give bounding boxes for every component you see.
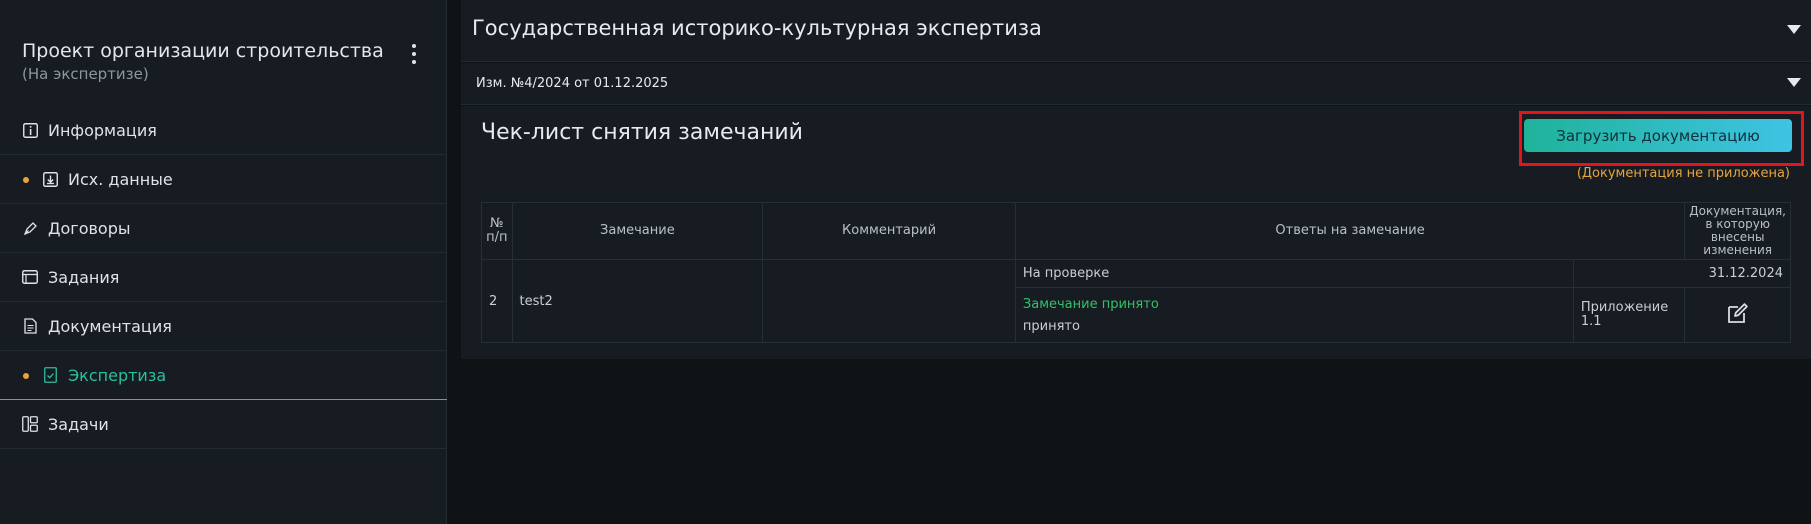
column-header-docs: Документация, в которую внесены изменени…: [1684, 202, 1791, 260]
column-header-comment: Комментарий: [762, 202, 1016, 260]
check-document-icon: [42, 367, 58, 383]
cell-check-date: 31.12.2024: [1572, 259, 1792, 288]
edit-icon[interactable]: [1684, 287, 1791, 343]
sidebar-item-label: Задания: [48, 268, 120, 287]
cell-num: 2: [481, 259, 513, 343]
cell-check-status: На проверке: [1014, 259, 1574, 288]
sidebar-item-assignments[interactable]: Задания: [0, 253, 447, 302]
upload-warning: (Документация не приложена): [1576, 166, 1790, 181]
sidebar-item-label: Экспертиза: [68, 366, 167, 385]
pen-icon: [22, 220, 38, 236]
project-title: Проект организации строительства: [22, 40, 384, 62]
section-header[interactable]: Государственная историко-культурная эксп…: [461, 0, 1811, 62]
table-row: 2 test2 На проверке 31.12.2024: [481, 259, 1792, 343]
revision-title: Изм. №4/2024 от 01.12.2025: [476, 76, 669, 91]
chevron-down-icon[interactable]: [1787, 25, 1801, 34]
section-title: Государственная историко-культурная эксп…: [472, 16, 1042, 40]
sidebar-item-source-data[interactable]: Исх. данные: [0, 155, 447, 204]
cell-remark: test2: [511, 259, 764, 343]
project-header: Проект организации строительства (На экс…: [22, 40, 422, 83]
sidebar-item-label: Договоры: [48, 219, 131, 238]
answer-status: Замечание принято: [1022, 296, 1159, 312]
status-dot: [23, 373, 29, 379]
upload-documentation-button[interactable]: Загрузить документацию: [1524, 119, 1792, 152]
sidebar-item-label: Информация: [48, 121, 157, 140]
layout-icon: [22, 416, 38, 432]
chevron-down-icon[interactable]: [1787, 78, 1801, 87]
sidebar-item-label: Задачи: [48, 415, 109, 434]
sidebar-item-expertise[interactable]: Экспертиза: [0, 351, 447, 400]
sidebar-item-documentation[interactable]: Документация: [0, 302, 447, 351]
window-icon: [22, 269, 38, 285]
sidebar-item-tasks[interactable]: Задачи: [0, 400, 447, 449]
cell-doc-ref: Приложение 1.1: [1572, 287, 1686, 343]
more-options-icon[interactable]: [404, 42, 424, 66]
answer-text: принято: [1022, 318, 1080, 334]
cell-comment: [762, 259, 1016, 343]
checklist-panel: Чек-лист снятия замечаний Загрузить доку…: [461, 106, 1811, 359]
panel-title: Чек-лист снятия замечаний: [481, 120, 803, 145]
info-icon: [22, 122, 38, 138]
sidebar-item-label: Исх. данные: [68, 170, 173, 189]
download-box-icon: [42, 171, 58, 187]
document-icon: [22, 318, 38, 334]
sidebar-item-info[interactable]: Информация: [0, 106, 447, 155]
cell-answer: Замечание принято принято: [1014, 287, 1574, 343]
sidebar-menu: Информация Исх. данные Договоры Задания: [0, 106, 447, 449]
revision-header[interactable]: Изм. №4/2024 от 01.12.2025: [461, 63, 1811, 105]
column-header-remark: Замечание: [511, 202, 764, 260]
status-dot: [23, 177, 29, 183]
column-header-answers: Ответы на замечание: [1014, 202, 1686, 260]
sidebar-item-contracts[interactable]: Договоры: [0, 204, 447, 253]
project-status: (На экспертизе): [22, 65, 149, 83]
column-header-num: № п/п: [481, 202, 513, 260]
sidebar: Проект организации строительства (На экс…: [0, 0, 447, 524]
checklist-table: № п/п Замечание Комментарий Ответы на за…: [481, 202, 1792, 343]
sidebar-item-label: Документация: [48, 317, 172, 336]
